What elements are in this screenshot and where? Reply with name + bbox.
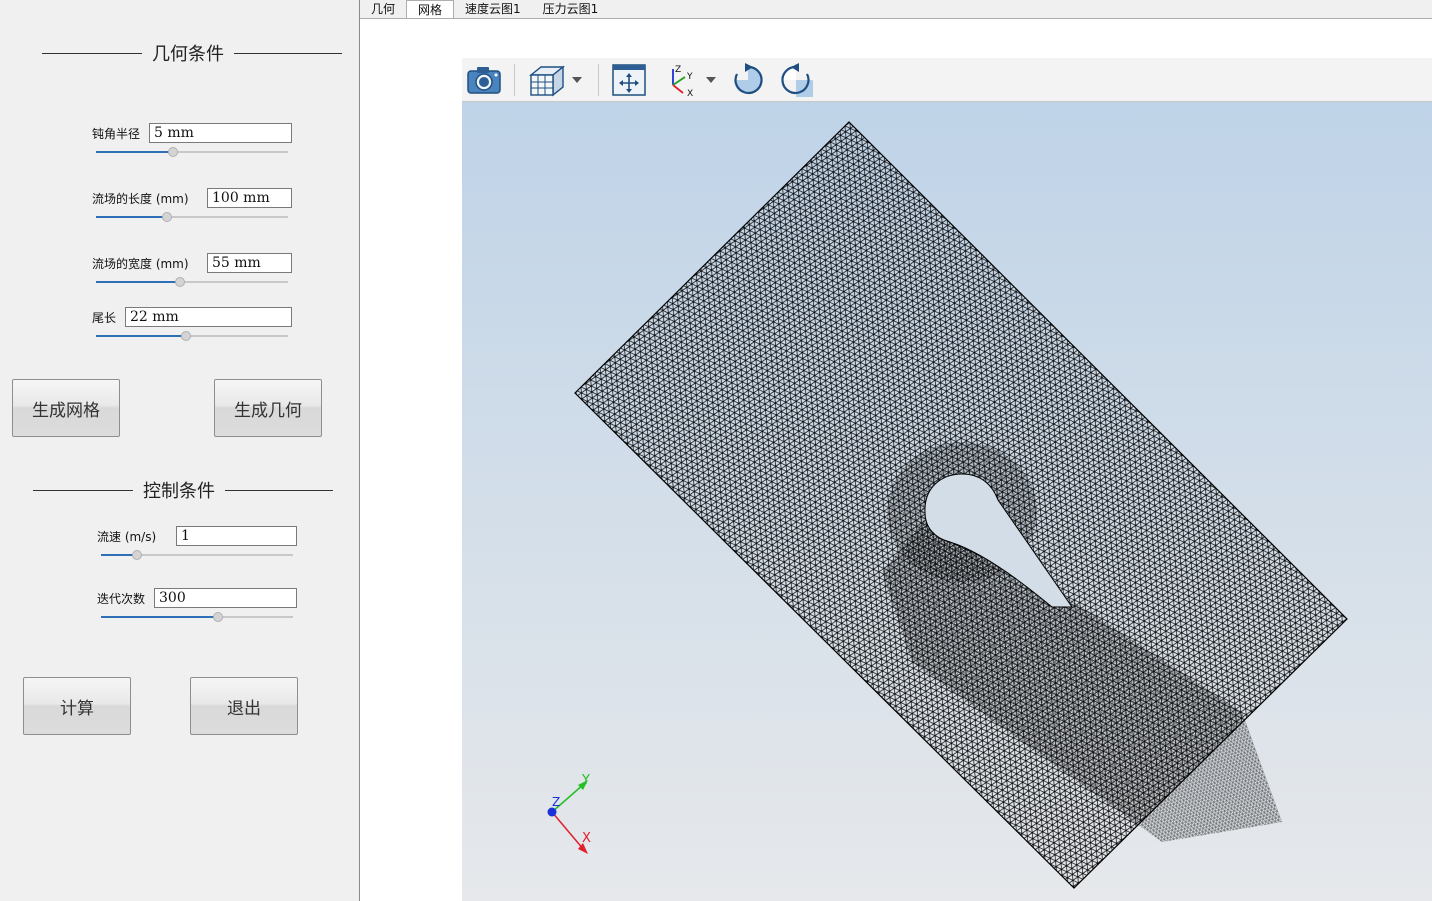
velocity-label: 流速 (m/s) bbox=[97, 530, 157, 544]
svg-text:X: X bbox=[687, 89, 693, 97]
field-width-label: 流场的宽度 (mm) bbox=[92, 257, 189, 271]
fit-all-icon[interactable] bbox=[610, 62, 648, 98]
slider-thumb[interactable] bbox=[132, 550, 143, 560]
iterations-slider[interactable] bbox=[101, 611, 293, 623]
toolbar-separator bbox=[598, 64, 599, 96]
field-width-input[interactable]: 55 mm bbox=[207, 253, 292, 273]
axis-x-label: X bbox=[582, 831, 591, 846]
tab-mesh[interactable]: 网格 bbox=[406, 0, 455, 18]
generate-mesh-button[interactable]: 生成网格 bbox=[12, 379, 120, 437]
radius-slider[interactable] bbox=[96, 146, 288, 158]
tail-length-label: 尾长 bbox=[92, 311, 117, 325]
compute-button[interactable]: 计算 bbox=[23, 677, 131, 735]
field-length-slider[interactable] bbox=[96, 211, 288, 223]
svg-text:Y: Y bbox=[686, 72, 693, 82]
radius-input[interactable]: 5 mm bbox=[149, 123, 292, 143]
tab-bar: 几何 网格 速度云图1 压力云图1 bbox=[360, 0, 1432, 18]
slider-thumb[interactable] bbox=[162, 212, 173, 222]
generate-geometry-button[interactable]: 生成几何 bbox=[214, 379, 322, 437]
tab-pressure-contour[interactable]: 压力云图1 bbox=[532, 0, 610, 18]
tab-geometry[interactable]: 几何 bbox=[360, 0, 406, 18]
iterations-label: 迭代次数 bbox=[97, 592, 146, 606]
axis-y-label: Y bbox=[581, 773, 590, 788]
axis-triad: Y X Z bbox=[547, 773, 591, 854]
dropdown-arrow-icon[interactable] bbox=[704, 62, 718, 98]
rotate-cw-icon[interactable] bbox=[730, 62, 766, 98]
radius-label: 钝角半径 bbox=[92, 127, 141, 141]
tail-length-input[interactable]: 22 mm bbox=[125, 307, 292, 327]
camera-icon[interactable] bbox=[465, 62, 503, 98]
dropdown-arrow-icon[interactable] bbox=[570, 62, 584, 98]
viewer-toolbar: Z Y X bbox=[462, 58, 1432, 102]
slider-thumb[interactable] bbox=[175, 277, 186, 287]
field-length-label: 流场的长度 (mm) bbox=[92, 192, 189, 206]
axis-z-label: Z bbox=[552, 795, 560, 809]
geometry-section-title: 几何条件 bbox=[42, 40, 342, 66]
exit-button[interactable]: 退出 bbox=[190, 677, 298, 735]
mesh-viewport[interactable]: Y X Z bbox=[462, 102, 1432, 901]
control-section-label: 控制条件 bbox=[143, 481, 215, 502]
velocity-input[interactable]: 1 bbox=[176, 526, 297, 546]
view-cube-icon[interactable] bbox=[526, 62, 566, 98]
slider-thumb[interactable] bbox=[167, 147, 178, 157]
iterations-input[interactable]: 300 bbox=[154, 588, 297, 608]
toolbar-separator bbox=[514, 64, 515, 96]
control-panel: 几何条件 钝角半径 5 mm 流场的长度 (mm) 100 mm 流场的宽度 (… bbox=[0, 0, 360, 901]
svg-text:Z: Z bbox=[675, 65, 681, 75]
tail-length-slider[interactable] bbox=[96, 330, 288, 342]
control-section-title: 控制条件 bbox=[33, 477, 333, 503]
tab-velocity-contour[interactable]: 速度云图1 bbox=[454, 0, 532, 18]
field-length-input[interactable]: 100 mm bbox=[207, 188, 292, 208]
velocity-slider[interactable] bbox=[101, 549, 293, 561]
field-width-slider[interactable] bbox=[96, 276, 288, 288]
slider-thumb[interactable] bbox=[181, 331, 192, 341]
rotate-ccw-icon[interactable] bbox=[778, 62, 814, 98]
axis-view-icon[interactable]: Z Y X bbox=[662, 62, 698, 98]
geometry-section-label: 几何条件 bbox=[152, 44, 224, 65]
slider-thumb[interactable] bbox=[213, 612, 224, 622]
